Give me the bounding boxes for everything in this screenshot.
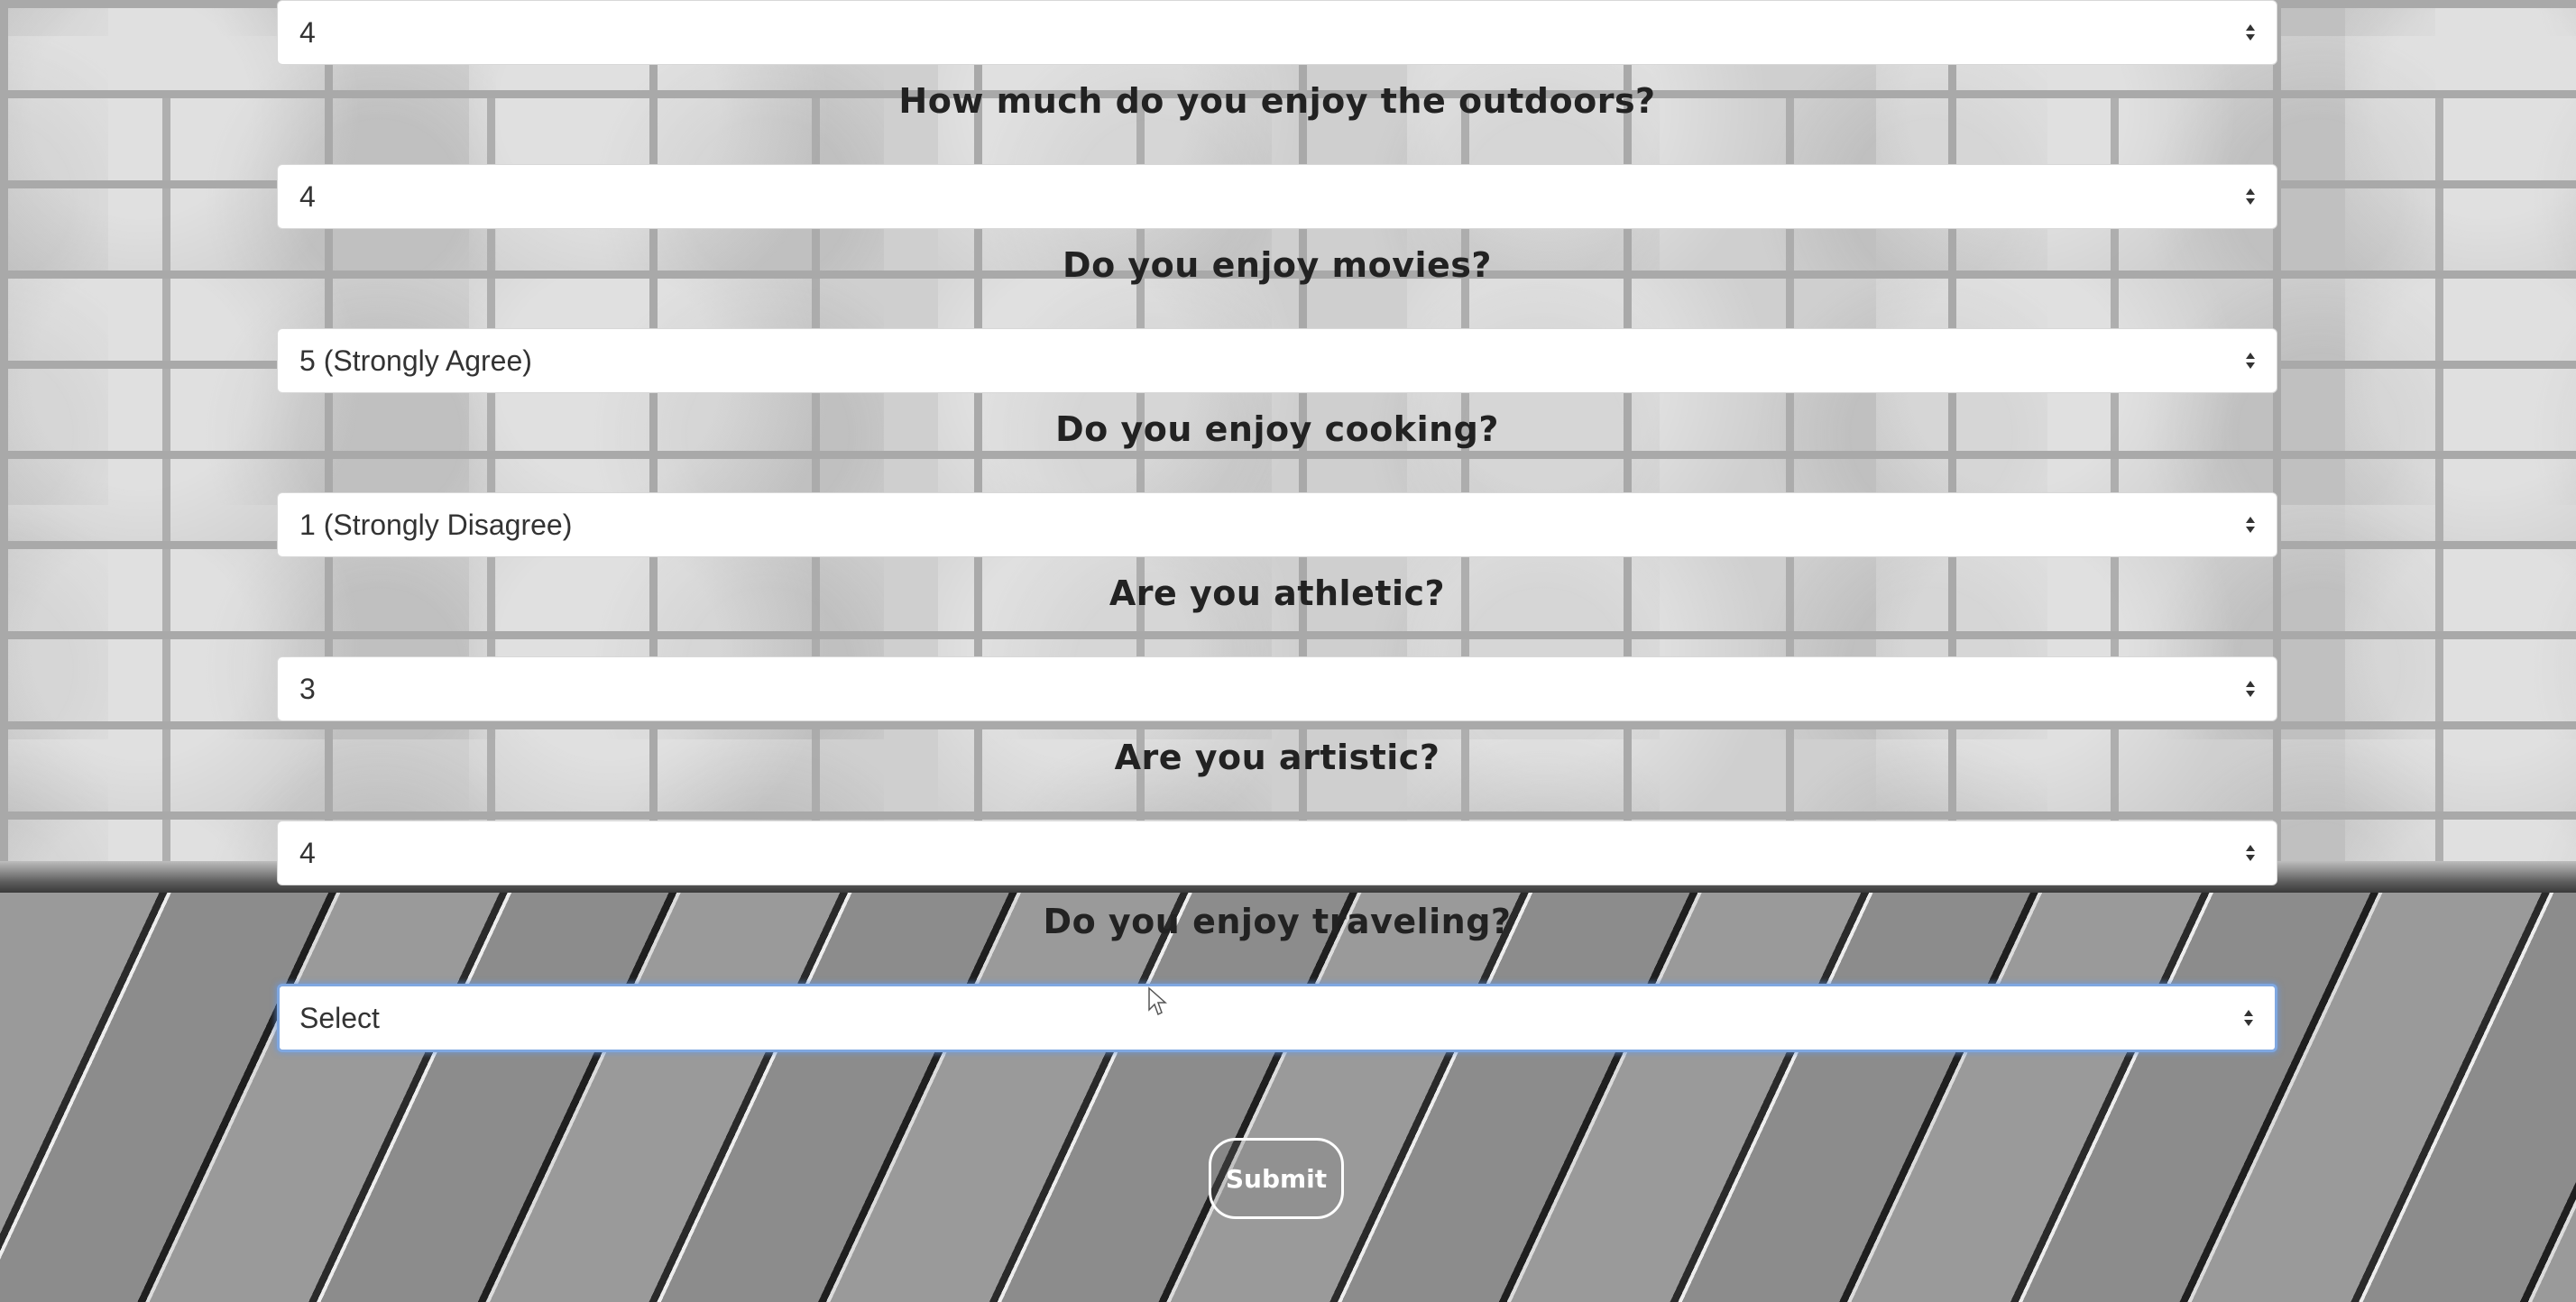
question-outdoors: How much do you enjoy the outdoors? (898, 81, 1656, 121)
select-movies[interactable]: 5 (Strongly Agree) (277, 328, 2277, 393)
question-movies: Do you enjoy movies? (1063, 245, 1492, 285)
select-arrows-icon (2244, 1010, 2253, 1026)
mouse-pointer-icon (1148, 986, 1167, 1016)
select-arrows-icon (2246, 681, 2255, 697)
question-traveling: Do you enjoy traveling? (1043, 902, 1512, 941)
select-value: 1 (Strongly Disagree) (299, 508, 573, 541)
question-artistic: Are you artistic? (1114, 738, 1440, 777)
select-athletic[interactable]: 3 (277, 656, 2277, 721)
select-value: 5 (Strongly Agree) (299, 344, 532, 377)
select-artistic[interactable]: 4 (277, 821, 2277, 885)
select-arrows-icon (2246, 188, 2255, 205)
select-value: 3 (299, 672, 316, 705)
question-cooking: Do you enjoy cooking? (1055, 409, 1499, 449)
select-cooking[interactable]: 1 (Strongly Disagree) (277, 492, 2277, 557)
select-arrows-icon (2246, 517, 2255, 533)
select-arrows-icon (2246, 353, 2255, 369)
question-athletic: Are you athletic? (1109, 573, 1446, 613)
select-previous-question[interactable]: 4 (277, 0, 2277, 65)
select-value: 4 (299, 15, 316, 49)
select-value: Select (299, 1001, 380, 1034)
wood-floor-background (0, 893, 2576, 1302)
select-outdoors[interactable]: 4 (277, 164, 2277, 229)
select-arrows-icon (2246, 845, 2255, 861)
submit-button[interactable]: Submit (1209, 1138, 1344, 1219)
select-traveling[interactable]: Select (277, 984, 2277, 1052)
select-value: 4 (299, 836, 316, 869)
select-value: 4 (299, 179, 316, 213)
select-arrows-icon (2246, 24, 2255, 41)
